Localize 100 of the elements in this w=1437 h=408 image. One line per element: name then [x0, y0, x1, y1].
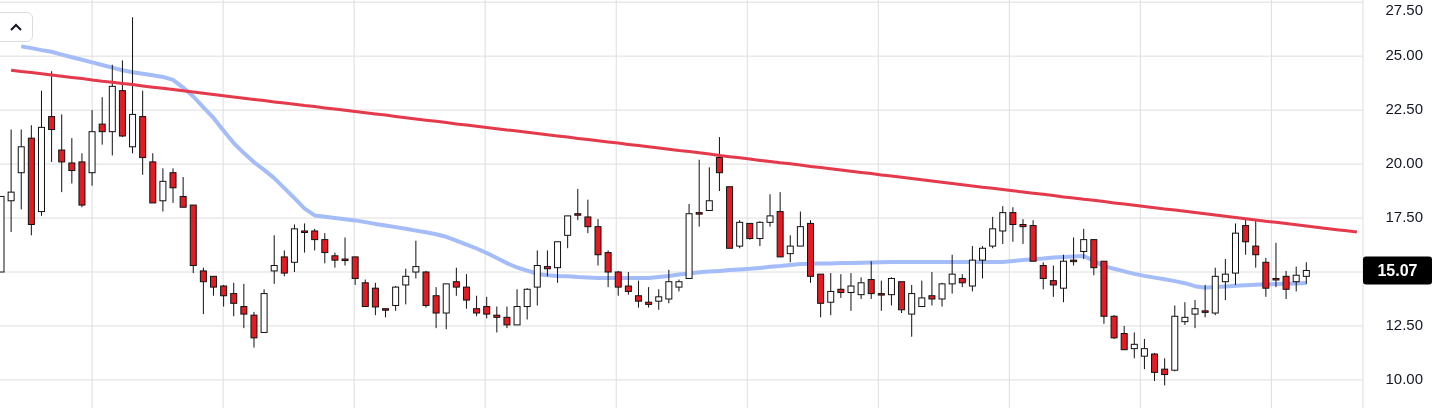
candlestick — [796, 211, 804, 247]
candlestick — [594, 218, 602, 266]
candlestick — [564, 215, 572, 249]
collapse-button[interactable] — [0, 12, 33, 42]
candlestick — [260, 288, 268, 333]
candlestick — [705, 166, 713, 211]
candlestick — [1140, 338, 1148, 370]
candlestick — [1201, 284, 1209, 318]
candlestick — [655, 288, 663, 311]
candlestick — [1130, 331, 1138, 359]
candlestick — [1070, 236, 1078, 266]
candlestick — [1110, 314, 1118, 340]
price-axis-label: 27.50 — [1385, 0, 1423, 18]
candlestick — [210, 275, 217, 297]
candlestick — [584, 199, 592, 234]
candlestick — [948, 254, 956, 295]
candlestick — [645, 286, 653, 309]
candlestick — [1059, 254, 1067, 303]
candlestick — [908, 284, 916, 338]
candlestick — [614, 270, 622, 297]
candlestick — [928, 271, 936, 306]
candlestick — [887, 276, 895, 306]
price-axis-label: 17.50 — [1385, 208, 1423, 225]
candlestick — [1302, 261, 1310, 285]
candlestick — [776, 191, 784, 258]
candlestick — [1019, 218, 1027, 245]
candlestick — [280, 249, 288, 277]
candlestick — [452, 267, 460, 297]
candlestick — [382, 308, 389, 318]
candlestick — [1120, 325, 1128, 351]
candlestick — [169, 167, 177, 204]
candlestick — [523, 287, 531, 320]
candlestick — [817, 273, 825, 318]
candlestick — [766, 193, 774, 228]
candlestick — [220, 284, 228, 308]
candlestick — [351, 256, 359, 286]
candlestick — [1221, 258, 1229, 301]
candlestick — [412, 240, 420, 279]
candlestick — [726, 186, 734, 249]
candlestick — [827, 272, 835, 316]
candlestick — [402, 268, 410, 305]
candlestick — [958, 273, 966, 288]
candlestick — [898, 281, 906, 314]
candlestick — [624, 271, 632, 296]
candlestick — [938, 282, 946, 308]
candlestick — [675, 279, 683, 292]
candlestick — [635, 280, 642, 309]
candlestick — [1100, 260, 1108, 325]
candlestick — [847, 272, 855, 312]
candlestick — [1262, 257, 1270, 298]
candlestick — [493, 306, 501, 333]
candlestick — [290, 224, 298, 273]
candlestick — [483, 296, 491, 319]
candlestick — [331, 252, 339, 269]
candlestick — [422, 270, 430, 309]
candlestick — [199, 267, 207, 315]
candlestick — [543, 249, 551, 277]
candlestick — [746, 222, 754, 241]
candlestick — [189, 204, 197, 274]
candlestick — [371, 282, 379, 316]
candlestick — [1161, 357, 1169, 386]
candlestick — [311, 228, 319, 251]
candlestick — [341, 236, 349, 266]
candlestick — [807, 219, 814, 284]
candlestick — [736, 219, 744, 249]
candlestick — [574, 188, 582, 221]
candlestick — [1272, 242, 1280, 288]
candlestick — [1242, 218, 1250, 256]
candlestick — [78, 152, 86, 208]
candlestick — [533, 249, 541, 306]
candlestick — [513, 288, 521, 326]
candlestick — [1292, 266, 1300, 292]
price-axis-label: 12.50 — [1385, 315, 1423, 333]
candlestick — [979, 245, 986, 279]
candlestick — [1049, 265, 1057, 298]
candlestick — [149, 152, 157, 204]
candlestick — [1009, 206, 1017, 243]
price-axis-label: 10.00 — [1385, 369, 1423, 387]
candlestick — [1080, 228, 1088, 260]
candlestick — [1181, 301, 1189, 326]
candlestick — [230, 282, 238, 317]
candlestick — [786, 234, 794, 263]
candlestick — [1211, 267, 1219, 316]
candlestick — [1151, 352, 1159, 382]
candlestick — [1039, 261, 1047, 290]
candlestick — [1232, 222, 1239, 286]
candlestick — [989, 216, 997, 249]
candlestick — [968, 245, 976, 292]
candlestick — [867, 260, 875, 300]
candlestick — [1282, 270, 1290, 300]
price-axis-label: 25.00 — [1385, 46, 1423, 64]
current-price-label: 15.07 — [1363, 256, 1432, 285]
candlestick — [1252, 219, 1260, 269]
candlestick — [665, 269, 673, 304]
candlestick — [554, 241, 562, 284]
candlestick — [1029, 219, 1037, 262]
candlestick — [250, 311, 258, 349]
candlestick — [321, 232, 329, 264]
candlestick — [1171, 304, 1179, 372]
price-axis-label: 22.50 — [1385, 100, 1423, 118]
